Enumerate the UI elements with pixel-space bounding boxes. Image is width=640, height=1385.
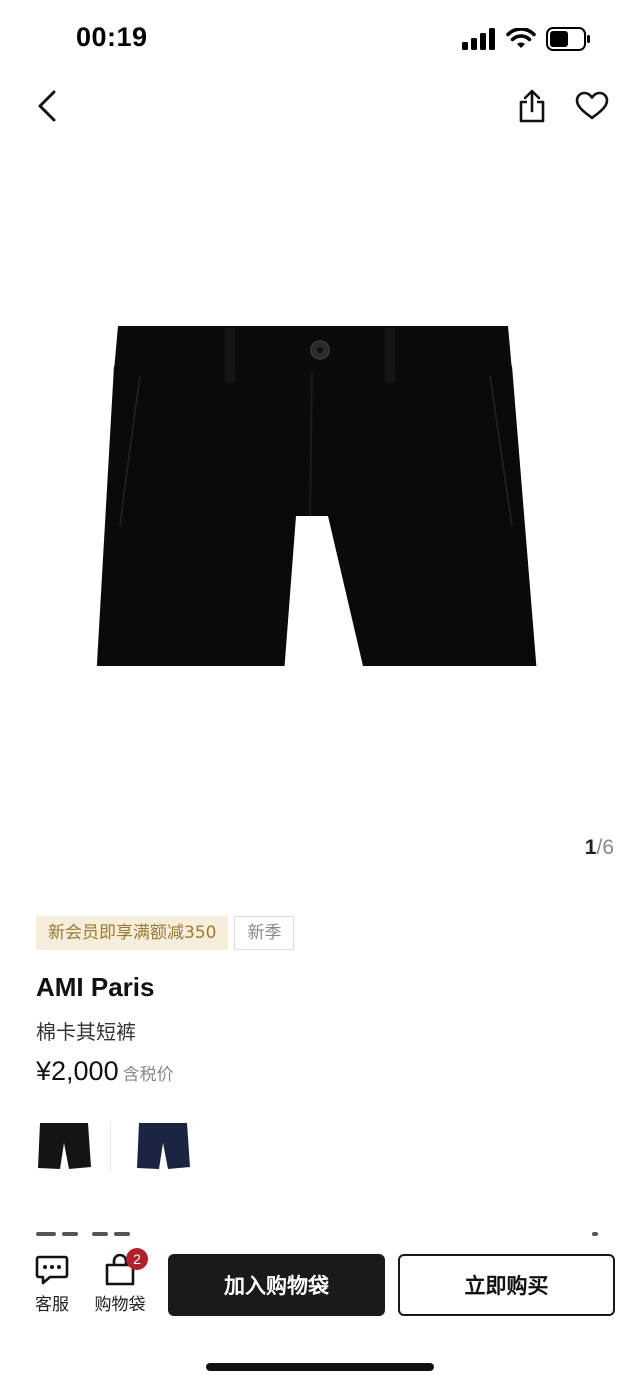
tax-note: 含税价	[122, 1065, 174, 1085]
product-name: 棉卡其短裤	[36, 1020, 136, 1044]
customer-service-label: 客服	[35, 1295, 69, 1315]
status-time: 00:19	[76, 22, 148, 52]
swatch-black[interactable]	[30, 1116, 98, 1176]
promo-tag[interactable]: 新会员即享满额减350	[36, 916, 229, 950]
customer-service-button[interactable]: 客服	[20, 1254, 84, 1315]
brand-name[interactable]: AMI Paris	[36, 972, 155, 1003]
home-indicator[interactable]	[206, 1363, 434, 1371]
battery-icon	[546, 27, 590, 51]
heart-icon	[575, 91, 609, 120]
shopping-bag-button[interactable]: 2 购物袋	[88, 1248, 152, 1315]
back-arrow-icon	[38, 90, 56, 122]
product-image	[96, 326, 537, 666]
partial-text-glyph	[114, 1232, 130, 1236]
partial-chevron-glyph	[592, 1232, 598, 1236]
current-page: 1	[584, 836, 597, 859]
product-tags: 新会员即享满额减350 新季	[36, 916, 295, 950]
total-pages: 6	[602, 836, 614, 859]
bag-count-badge: 2	[126, 1248, 148, 1270]
chat-icon	[35, 1255, 69, 1285]
partial-text-glyph	[36, 1232, 56, 1236]
wifi-icon	[506, 28, 536, 48]
season-tag: 新季	[234, 916, 295, 950]
partial-text-glyph	[62, 1232, 78, 1236]
black-shorts-thumbnail	[38, 1123, 91, 1169]
nav-bar	[0, 76, 640, 136]
status-icons	[462, 24, 592, 54]
back-button[interactable]	[24, 82, 72, 130]
navy-shorts-thumbnail	[137, 1123, 190, 1169]
cellular-signal-icon	[462, 28, 495, 50]
partial-text-glyph	[92, 1232, 108, 1236]
swatch-divider	[110, 1121, 111, 1171]
status-bar: 00:19	[0, 0, 640, 76]
share-button[interactable]	[508, 82, 556, 130]
price: ¥2,000	[36, 1056, 119, 1086]
gallery-page-indicator: 1/6	[585, 836, 614, 860]
buy-now-button[interactable]: 立即购买	[398, 1254, 615, 1316]
swatch-navy[interactable]	[129, 1116, 197, 1176]
favorite-button[interactable]	[568, 82, 616, 130]
color-swatches	[30, 1116, 197, 1176]
product-gallery[interactable]: 1/6	[0, 136, 640, 876]
shopping-bag-label: 购物袋	[94, 1295, 146, 1315]
add-to-bag-button[interactable]: 加入购物袋	[168, 1254, 385, 1316]
price-row: ¥2,000 含税价	[36, 1056, 174, 1087]
share-icon	[519, 89, 545, 123]
